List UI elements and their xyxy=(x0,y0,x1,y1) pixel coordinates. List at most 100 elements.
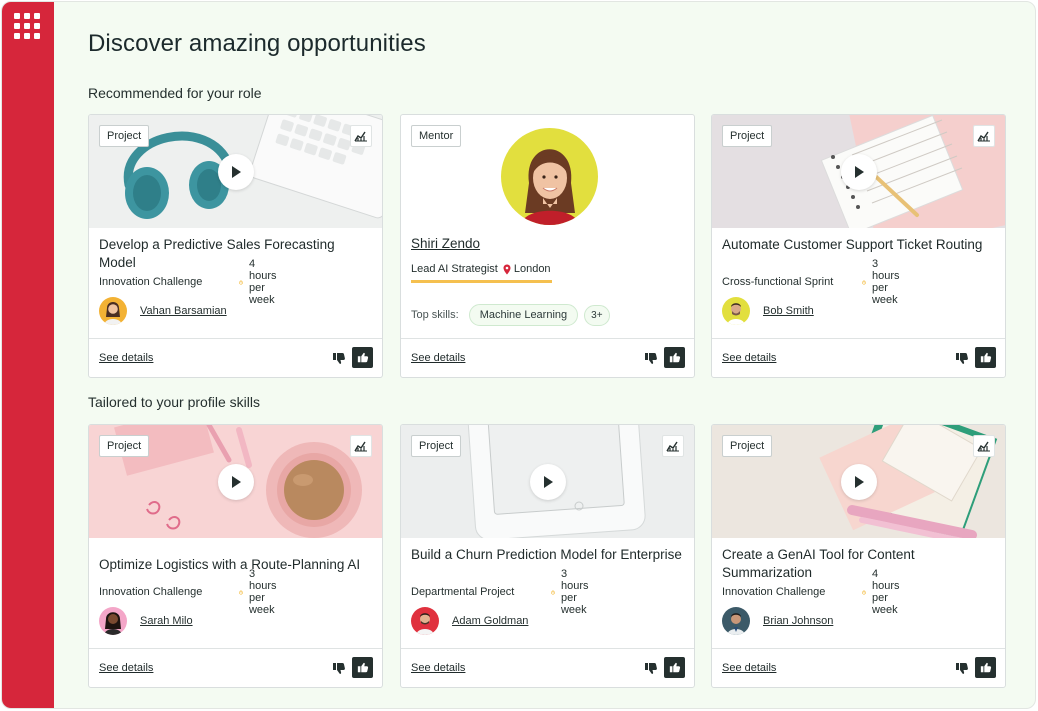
see-details-link[interactable]: See details xyxy=(411,662,465,674)
thumbs-down-icon[interactable] xyxy=(644,351,658,365)
side-rail xyxy=(2,2,54,708)
play-icon xyxy=(231,165,241,178)
see-details-link[interactable]: See details xyxy=(722,352,776,364)
mentor-location: London xyxy=(513,263,551,275)
owner-name[interactable]: Vahan Barsamian xyxy=(140,305,227,317)
page-title: Discover amazing opportunities xyxy=(88,30,426,57)
location-pin-icon xyxy=(503,264,511,274)
skill-chip: Machine Learning xyxy=(468,304,579,326)
card-image: Project xyxy=(401,425,694,538)
see-details-link[interactable]: See details xyxy=(411,352,465,364)
section-label-recommended: Recommended for your role xyxy=(88,85,262,101)
play-icon xyxy=(854,475,864,488)
category-label: Innovation Challenge xyxy=(99,276,203,288)
thumbs-up-button[interactable] xyxy=(975,347,996,368)
type-chip: Project xyxy=(411,435,462,457)
card-title[interactable]: Create a GenAI Tool for Content Summariz… xyxy=(722,546,997,582)
owner-row: Bob Smith xyxy=(722,297,814,325)
card-footer: See details xyxy=(401,338,694,377)
opportunity-card: Project Automate Customer Support Ticket… xyxy=(711,114,1006,378)
play-button[interactable] xyxy=(529,463,566,500)
meta-row: Departmental Project 3 hours per week xyxy=(411,568,589,616)
thumbs-down-icon[interactable] xyxy=(955,661,969,675)
card-image: Project xyxy=(712,115,1005,228)
see-details-link[interactable]: See details xyxy=(722,662,776,674)
opportunity-card: Project Build a Churn Prediction Model f… xyxy=(400,424,695,688)
analytics-icon[interactable] xyxy=(350,435,372,457)
card-image: Project xyxy=(712,425,1005,538)
owner-name[interactable]: Brian Johnson xyxy=(763,615,833,627)
card-title[interactable]: Optimize Logistics with a Route-Planning… xyxy=(99,556,374,574)
type-chip: Mentor xyxy=(411,125,462,147)
thumbs-up-icon xyxy=(980,662,991,672)
see-details-link[interactable]: See details xyxy=(99,662,153,674)
play-icon xyxy=(543,475,553,488)
play-button[interactable] xyxy=(840,463,877,500)
owner-name[interactable]: Adam Goldman xyxy=(452,615,528,627)
thumbs-down-icon[interactable] xyxy=(332,351,346,365)
card-footer: See details xyxy=(89,648,382,687)
analytics-icon[interactable] xyxy=(973,435,995,457)
see-details-link[interactable]: See details xyxy=(99,352,153,364)
section-label-tailored: Tailored to your profile skills xyxy=(88,394,260,410)
thumbs-up-button[interactable] xyxy=(664,347,685,368)
avatar xyxy=(722,607,750,635)
play-button[interactable] xyxy=(217,463,254,500)
thumbs-up-button[interactable] xyxy=(352,347,373,368)
owner-row: Brian Johnson xyxy=(722,607,833,635)
card-title[interactable]: Develop a Predictive Sales Forecasting M… xyxy=(99,236,374,272)
avatar xyxy=(411,607,439,635)
skills-label: Top skills: xyxy=(411,309,459,321)
avatar xyxy=(722,297,750,325)
thumbs-up-icon xyxy=(669,662,680,672)
clock-icon xyxy=(862,589,866,595)
more-skills-chip[interactable]: 3+ xyxy=(584,304,610,326)
card-title[interactable]: Automate Customer Support Ticket Routing xyxy=(722,236,997,254)
category-label: Innovation Challenge xyxy=(722,586,826,598)
play-button[interactable] xyxy=(217,153,254,190)
avatar xyxy=(99,607,127,635)
meta-row: Cross-functional Sprint 3 hours per week xyxy=(722,258,900,306)
skills-row: Top skills: Machine Learning 3+ xyxy=(411,304,610,326)
analytics-icon[interactable] xyxy=(662,435,684,457)
clock-icon xyxy=(239,279,243,285)
analytics-icon[interactable] xyxy=(973,125,995,147)
thumbs-down-icon[interactable] xyxy=(332,661,346,675)
analytics-icon[interactable] xyxy=(350,125,372,147)
play-icon xyxy=(231,475,241,488)
owner-name[interactable]: Bob Smith xyxy=(763,305,814,317)
thumbs-up-icon xyxy=(357,662,368,672)
owner-row: Sarah Milo xyxy=(99,607,193,635)
mentor-role: Lead AI Strategist xyxy=(411,263,498,275)
card-title[interactable]: Build a Churn Prediction Model for Enter… xyxy=(411,546,686,564)
owner-row: Adam Goldman xyxy=(411,607,528,635)
card-footer: See details xyxy=(89,338,382,377)
thumbs-down-icon[interactable] xyxy=(955,351,969,365)
hours: 3 hours per week xyxy=(551,568,595,616)
card-footer: See details xyxy=(712,338,1005,377)
mentor-name[interactable]: Shiri Zendo xyxy=(411,236,480,251)
type-chip: Project xyxy=(722,125,773,147)
card-footer: See details xyxy=(401,648,694,687)
hours: 3 hours per week xyxy=(239,568,283,616)
apps-grid-icon[interactable] xyxy=(14,13,40,39)
card-image: Project xyxy=(89,425,382,538)
card-footer: See details xyxy=(712,648,1005,687)
owner-name[interactable]: Sarah Milo xyxy=(140,615,193,627)
play-button[interactable] xyxy=(840,153,877,190)
hours-label: 3 hours per week xyxy=(560,568,589,616)
thumbs-up-button[interactable] xyxy=(352,657,373,678)
hours-label: 3 hours per week xyxy=(248,568,277,616)
opportunity-card: Project Create a GenAI Tool for Content … xyxy=(711,424,1006,688)
owner-row: Vahan Barsamian xyxy=(99,297,227,325)
thumbs-up-button[interactable] xyxy=(975,657,996,678)
meta-row: Innovation Challenge 3 hours per week xyxy=(99,568,277,616)
category-label: Cross-functional Sprint xyxy=(722,276,834,288)
clock-icon xyxy=(239,589,243,595)
play-icon xyxy=(854,165,864,178)
meta-row: Innovation Challenge 4 hours per week xyxy=(99,258,277,306)
mentor-role-row: Lead AI Strategist London xyxy=(411,263,552,283)
hours-label: 3 hours per week xyxy=(871,258,900,306)
thumbs-down-icon[interactable] xyxy=(644,661,658,675)
thumbs-up-button[interactable] xyxy=(664,657,685,678)
